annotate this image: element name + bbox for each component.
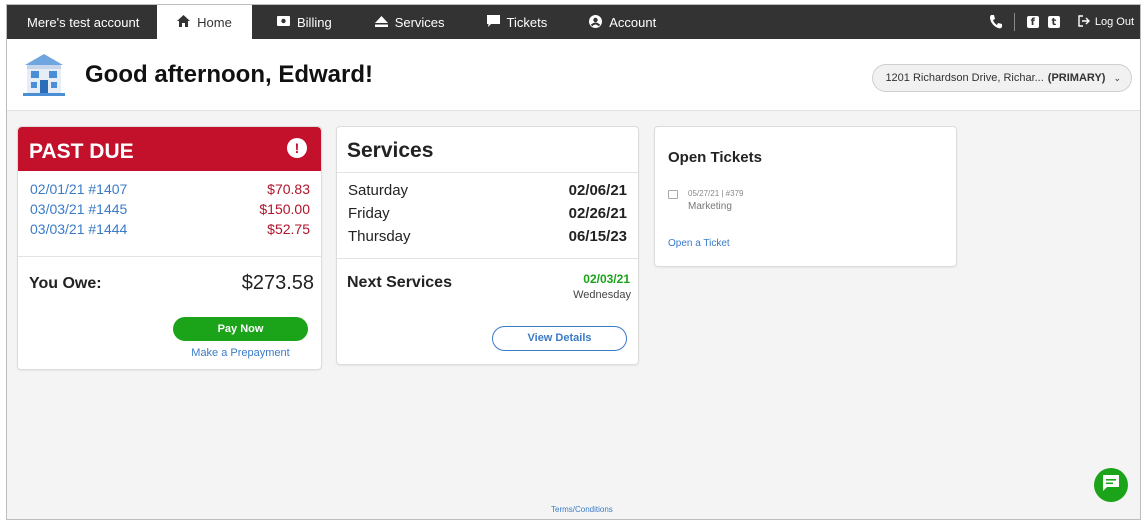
terms-link[interactable]: Terms/Conditions [551, 505, 613, 514]
next-services-label: Next Services [347, 274, 452, 291]
chat-button[interactable] [1094, 468, 1128, 502]
invoice-link[interactable]: 03/03/21 #1445 [30, 201, 127, 217]
invoice-row[interactable]: 02/01/21 #1407 $70.83 [18, 181, 321, 201]
service-row: Friday 02/26/21 [337, 205, 638, 228]
service-schedule-list: Saturday 02/06/21 Friday 02/26/21 Thursd… [337, 173, 638, 259]
app-frame: Mere's test account Home Billing Service… [6, 4, 1141, 520]
tab-home-label: Home [197, 14, 232, 30]
tab-account[interactable]: Account [589, 5, 656, 39]
chevron-down-icon: ⌄ [1113, 72, 1121, 83]
logout-icon [1078, 14, 1090, 30]
make-prepayment-link[interactable]: Make a Prepayment [173, 347, 308, 359]
service-date: 02/26/21 [568, 205, 627, 222]
view-details-button[interactable]: View Details [492, 326, 627, 351]
invoice-list: 02/01/21 #1407 $70.83 03/03/21 #1445 $15… [18, 171, 321, 257]
user-circle-icon [589, 14, 603, 30]
phone-icon[interactable] [989, 15, 1002, 29]
tab-tickets[interactable]: Tickets [486, 5, 548, 39]
invoice-link[interactable]: 02/01/21 #1407 [30, 181, 127, 197]
chat-icon [1102, 474, 1120, 497]
account-name[interactable]: Mere's test account [7, 5, 157, 39]
service-day: Friday [348, 205, 390, 222]
page-title: Good afternoon, Edward! [85, 61, 373, 88]
service-date: 06/15/23 [568, 228, 627, 245]
address-tag: (PRIMARY) [1047, 72, 1106, 84]
comment-icon [486, 15, 500, 29]
services-card: Services Saturday 02/06/21 Friday 02/26/… [336, 126, 639, 365]
past-due-title: PAST DUE [29, 140, 134, 163]
comment-icon [668, 190, 678, 199]
billing-icon [277, 16, 290, 28]
next-service-date: 02/03/21 [583, 272, 630, 286]
service-day: Thursday [348, 228, 411, 245]
alert-icon: ! [287, 138, 307, 158]
invoice-amount: $52.75 [267, 221, 310, 237]
next-service-day: Wednesday [573, 289, 631, 301]
service-date: 02/06/21 [568, 182, 627, 199]
twitter-icon[interactable]: t [1047, 16, 1060, 28]
divider [1013, 13, 1015, 31]
invoice-link[interactable]: 03/03/21 #1444 [30, 221, 127, 237]
address-text: 1201 Richardson Drive, Richar... [885, 72, 1044, 84]
tab-account-label: Account [609, 14, 657, 30]
tab-home[interactable]: Home [157, 5, 252, 39]
open-tickets-card: Open Tickets 05/27/21 | #379 Marketing O… [654, 126, 957, 267]
amount-owed-row: You Owe: $273.58 [18, 257, 321, 313]
page-header: Good afternoon, Edward! 1201 Richardson … [7, 39, 1140, 111]
logout-label: Log Out [1094, 16, 1134, 28]
pay-now-button[interactable]: Pay Now [173, 317, 308, 341]
tab-billing[interactable]: Billing [277, 5, 332, 39]
eject-icon [374, 15, 388, 29]
open-tickets-title: Open Tickets [668, 149, 762, 166]
nav-right-tools: f t Log Out [989, 5, 1140, 39]
facebook-icon[interactable]: f [1026, 16, 1039, 28]
invoice-amount: $150.00 [259, 201, 310, 217]
tab-services[interactable]: Services [374, 5, 445, 39]
invoice-row[interactable]: 03/03/21 #1445 $150.00 [18, 201, 321, 221]
services-title: Services [337, 127, 638, 173]
open-ticket-link[interactable]: Open a Ticket [668, 238, 730, 249]
tab-tickets-label: Tickets [506, 14, 548, 30]
invoice-row[interactable]: 03/03/21 #1444 $52.75 [18, 221, 321, 241]
past-due-header: PAST DUE ! [18, 127, 321, 171]
service-row: Thursday 06/15/23 [337, 228, 638, 251]
logout-link[interactable]: Log Out [1078, 14, 1134, 30]
tab-services-label: Services [394, 14, 445, 30]
top-nav: Mere's test account Home Billing Service… [7, 5, 1140, 39]
home-icon [177, 15, 191, 29]
address-selector[interactable]: 1201 Richardson Drive, Richar... (PRIMAR… [872, 64, 1132, 92]
past-due-card: PAST DUE ! 02/01/21 #1407 $70.83 03/03/2… [17, 126, 322, 370]
service-row: Saturday 02/06/21 [337, 182, 638, 205]
ticket-meta[interactable]: 05/27/21 | #379 [688, 189, 743, 198]
invoice-amount: $70.83 [267, 181, 310, 197]
ticket-title[interactable]: Marketing [688, 201, 732, 212]
you-owe-amount: $273.58 [241, 272, 314, 294]
tab-billing-label: Billing [297, 14, 332, 30]
you-owe-label: You Owe: [29, 275, 102, 292]
house-icon [21, 51, 67, 97]
service-day: Saturday [348, 182, 409, 199]
